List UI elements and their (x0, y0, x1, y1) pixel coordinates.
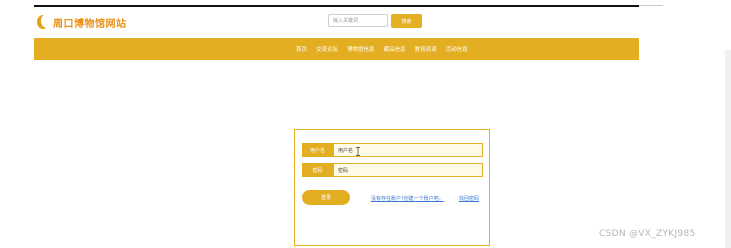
password-label: 密码 (302, 163, 333, 177)
register-link[interactable]: 没有存在账户?创建一个账户吧。 (371, 195, 444, 202)
login-button[interactable]: 登录 (302, 190, 350, 205)
search-button[interactable]: 搜索 (391, 14, 422, 28)
nav-item-education[interactable]: 教育资源 (415, 45, 437, 53)
header-top-rule (34, 5, 639, 7)
username-label: 用户名 (302, 143, 333, 157)
password-input[interactable] (333, 163, 483, 177)
nav-item-forum[interactable]: 交流论坛 (316, 45, 338, 53)
nav-menu: 首页 交流论坛 博物馆信息 藏品信息 教育资源 活动信息 (296, 38, 477, 60)
login-panel: 用户名 密码 登录 没有存在账户?创建一个账户吧。 找回密码 (294, 129, 490, 246)
moon-icon (37, 14, 53, 29)
nav-item-activities[interactable]: 活动信息 (446, 45, 468, 53)
header-top-rule-extension (639, 5, 663, 6)
watermark-text: CSDN @VX_ZYKJ985 (599, 229, 696, 239)
nav-item-collection-info[interactable]: 藏品信息 (384, 45, 406, 53)
nav-item-museum-info[interactable]: 博物馆信息 (347, 45, 375, 53)
text-cursor-icon (356, 147, 360, 156)
forgot-password-link[interactable]: 找回密码 (459, 195, 479, 202)
page-scrollbar[interactable] (725, 50, 731, 248)
nav-item-home[interactable]: 首页 (296, 45, 307, 53)
site-logo[interactable]: 周口博物馆网站 (37, 13, 127, 31)
search-input[interactable] (328, 14, 388, 27)
site-title: 周口博物馆网站 (53, 18, 127, 30)
